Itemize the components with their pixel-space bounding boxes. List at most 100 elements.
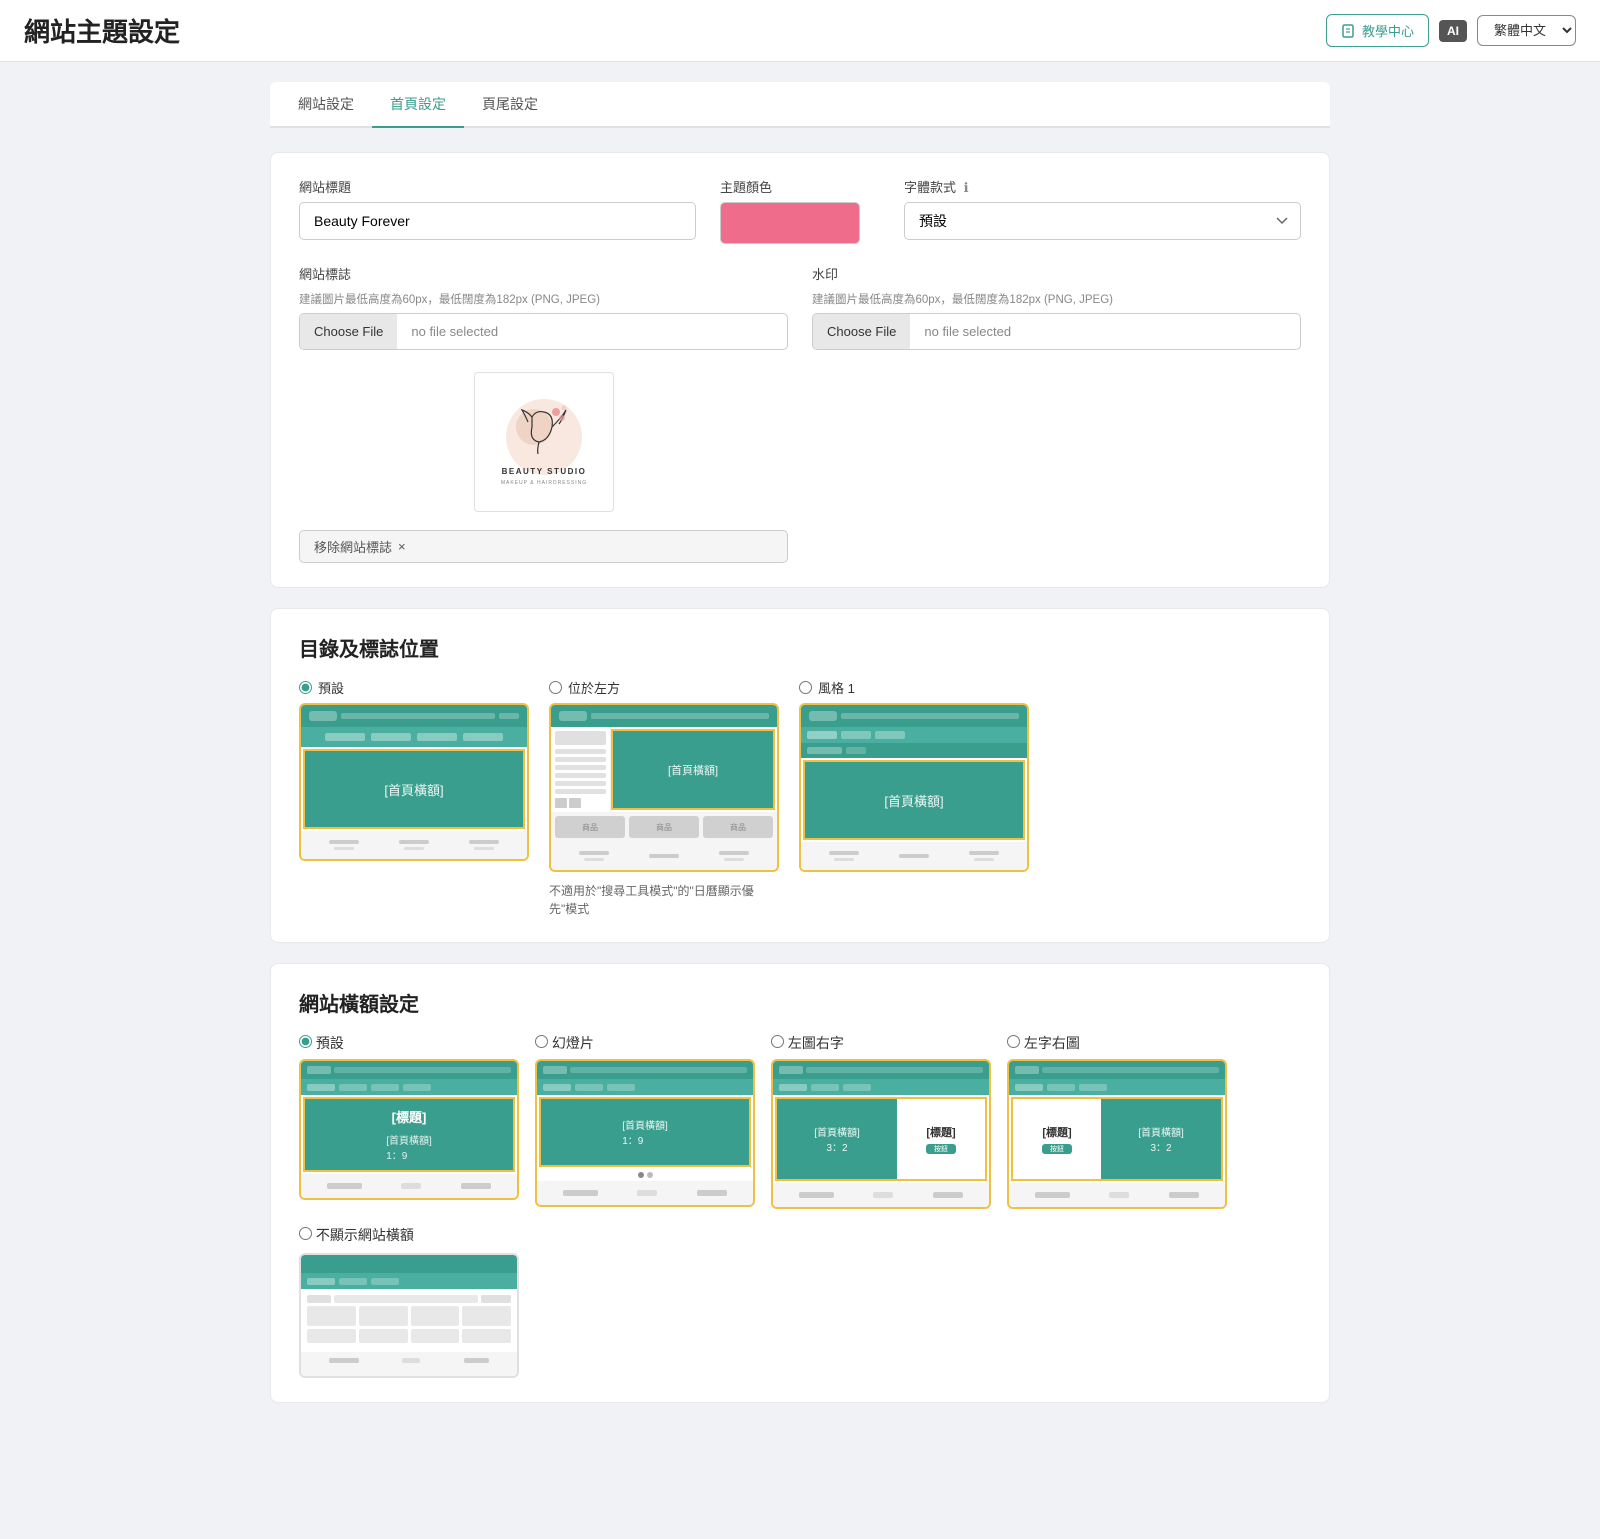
nav-option-default-label[interactable]: 預設 [299,678,344,697]
svg-text:BEAUTY STUDIO: BEAUTY STUDIO [501,467,586,476]
nav-option-default[interactable]: 預設 [首頁橫額] [299,678,529,861]
banner-card-left-img: [首頁橫額]3：2 [標題] 按鈕 [771,1059,991,1209]
banner-card-slideshow-header [537,1061,753,1079]
logo-group: 網站標誌 建議圖片最低高度為60px，最低闊度為182px (PNG, JPEG… [299,264,788,563]
color-group: 主題顏色 [720,177,880,244]
banner-radio-left-text[interactable] [1007,1035,1020,1048]
font-select[interactable]: 預設 標楷體 細明體 黑體 [904,202,1301,240]
nav-option-left-label[interactable]: 位於左方 [549,678,620,697]
no-banner-row: 不顯示網站橫額 [299,1225,1301,1378]
title-label: 網站標題 [299,177,696,196]
no-banner-card-body [301,1289,517,1352]
watermark-file-input: Choose File no file selected [812,313,1301,350]
banner-radio-left-img[interactable] [771,1035,784,1048]
nav-card-left-body: [首頁橫額] [551,727,777,812]
page-title: 網站主題設定 [24,12,180,49]
banner-card-slideshow-footer [537,1181,753,1205]
font-group: 字體款式 ℹ 預設 標楷體 細明體 黑體 [904,177,1301,240]
banner-section-title: 網站橫額設定 [299,988,1301,1017]
banner-option-slideshow-label[interactable]: 幻燈片 [535,1033,755,1053]
top-bar-right: 教學中心 AI 繁體中文 [1326,14,1576,47]
logo-hint: 建議圖片最低高度為60px，最低闊度為182px (PNG, JPEG) [299,291,788,307]
watermark-file-name: no file selected [910,314,1025,349]
nav-card-style1-nav1 [801,727,1027,743]
left-text-btn: 按鈕 [1042,1144,1072,1154]
nav-card-left-main: [首頁橫額] [611,729,775,810]
tab-site-settings[interactable]: 網站設定 [280,82,372,128]
nav-card-default-header [301,705,527,727]
nav-card-left-header [551,705,777,727]
banner-option-left-img-label[interactable]: 左圖右字 [771,1033,991,1053]
banner-card-left-text-header [1009,1061,1225,1079]
logo-image: BEAUTY STUDIO MAKEUP & HAIRDRESSING [484,382,604,502]
nav-card-style1: [首頁橫額] [799,703,1029,872]
banner-card-left-text-body: [標題] 按鈕 [首頁橫額]3：2 [1011,1097,1223,1181]
tutorial-button[interactable]: 教學中心 [1326,14,1429,47]
banner-card-left-img-header [773,1061,989,1079]
nav-radio-style1[interactable] [799,681,812,694]
nav-layout-options: 預設 [首頁橫額] [299,678,1301,918]
banner-card-left-text-nav [1009,1079,1225,1095]
left-img-btn: 按鈕 [926,1144,956,1154]
watermark-group: 水印 建議圖片最低高度為60px，最低闊度為182px (PNG, JPEG) … [812,264,1301,350]
nav-radio-default[interactable] [299,681,312,694]
title-input[interactable] [299,202,696,240]
tab-footer-settings[interactable]: 頁尾設定 [464,82,556,128]
left-img-title: [標題] [926,1124,955,1140]
font-label: 字體款式 ℹ [904,177,1301,196]
banner-option-default-label[interactable]: 預設 [299,1033,519,1053]
banner-radio-slideshow[interactable] [535,1035,548,1048]
logo-preview: BEAUTY STUDIO MAKEUP & HAIRDRESSING [474,372,614,512]
banner-card-slideshow: [首頁橫額]1：9 [535,1059,755,1207]
banner-card-default: [標題] [首頁橫額]1：9 [299,1059,519,1200]
nav-card-left-footer [551,842,777,870]
nav-card-style1-nav2 [801,743,1027,758]
nav-option-style1-label[interactable]: 風格 1 [799,678,855,697]
banner-card-default-nav [301,1079,517,1095]
nav-card-style1-header [801,705,1027,727]
book-icon [1341,23,1357,39]
nav-option-style1[interactable]: 風格 1 [首頁橫額] [799,678,1029,872]
banner-radio-none[interactable] [299,1227,312,1240]
nav-card-style1-banner: [首頁橫額] [803,760,1025,840]
banner-option-none-label[interactable]: 不顯示網站橫額 [299,1227,414,1243]
nav-card-left-sidebar [551,727,611,812]
nav-card-default-banner: [首頁橫額] [303,749,525,829]
nav-card-left-products: 商品 商品 商品 [551,812,777,842]
site-settings-card: 網站標題 主題顏色 字體款式 ℹ 預設 標楷體 細明體 黑體 [270,152,1330,588]
nav-notice: 不適用於"搜尋工具模式"的"日曆顯示優先"模式 [549,882,779,918]
banner-option-left-text[interactable]: 左字右圖 [標題] [1007,1033,1227,1209]
tab-home-settings[interactable]: 首頁設定 [372,82,464,128]
ai-badge: AI [1439,20,1467,42]
banner-section-card: 網站橫額設定 預設 [270,963,1330,1403]
nav-card-default-nav [301,727,527,747]
banner-card-left-text-footer [1009,1183,1225,1207]
color-picker[interactable] [720,202,860,244]
nav-radio-left[interactable] [549,681,562,694]
no-banner-footer [301,1352,517,1376]
nav-card-style1-footer [801,842,1027,870]
banner-option-slideshow[interactable]: 幻燈片 [首頁橫額]1：9 [535,1033,755,1207]
banner-card-slideshow-body: [首頁橫額]1：9 [539,1097,751,1167]
nav-section-title: 目錄及標誌位置 [299,633,1301,662]
remove-logo-button[interactable]: 移除網站標誌 × [299,530,788,563]
watermark-choose-button[interactable]: Choose File [813,314,910,349]
banner-default-title: [標題] [392,1107,427,1126]
banner-option-left-img[interactable]: 左圖右字 [首頁橫額]3：2 [標題] [771,1033,991,1209]
nav-section-card: 目錄及標誌位置 預設 [270,608,1330,943]
banner-radio-default[interactable] [299,1035,312,1048]
title-group: 網站標題 [299,177,696,240]
nav-option-left[interactable]: 位於左方 [549,678,779,918]
banner-option-default[interactable]: 預設 [標題] [首頁橫額]1：9 [299,1033,519,1200]
banner-option-left-text-label[interactable]: 左字右圖 [1007,1033,1227,1053]
banner-card-default-body: [標題] [首頁橫額]1：9 [303,1097,515,1172]
logo-choose-button[interactable]: Choose File [300,314,397,349]
tabs-bar: 網站設定 首頁設定 頁尾設定 [270,82,1330,128]
logo-file-input: Choose File no file selected [299,313,788,350]
language-select[interactable]: 繁體中文 [1477,15,1576,46]
watermark-hint: 建議圖片最低高度為60px，最低闊度為182px (PNG, JPEG) [812,291,1301,307]
main-container: 網站設定 首頁設定 頁尾設定 網站標題 主題顏色 字體款式 ℹ 預設 標 [250,62,1350,1463]
font-info-icon[interactable]: ℹ [964,180,969,195]
nav-card-default: [首頁橫額] [299,703,529,861]
logo-watermark-row: 網站標誌 建議圖片最低高度為60px，最低闊度為182px (PNG, JPEG… [299,264,1301,563]
